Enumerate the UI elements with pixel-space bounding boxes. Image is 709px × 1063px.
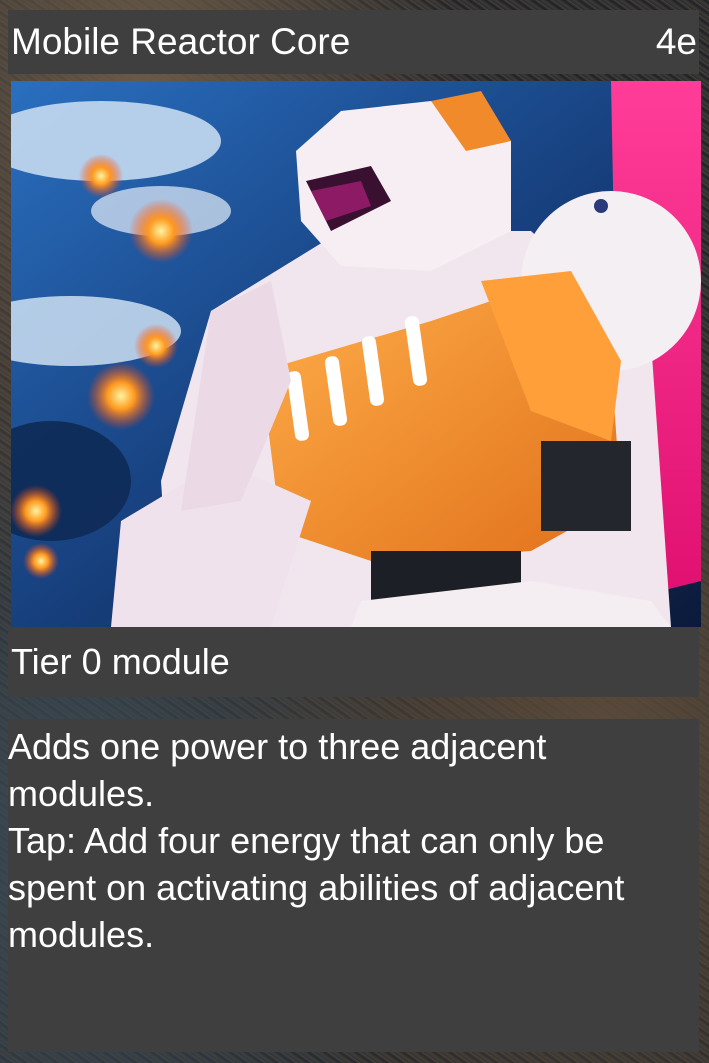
card-rules-text: Adds one power to three adjacent modules… xyxy=(8,719,699,1052)
card-title-bar: Mobile Reactor Core 4e xyxy=(8,10,699,74)
card-cost: 4e xyxy=(655,21,697,62)
mech-illustration xyxy=(11,81,701,627)
rules-line-tap-ability: Tap: Add four energy that can only be sp… xyxy=(8,820,625,955)
card-name: Mobile Reactor Core xyxy=(11,21,351,62)
card-art xyxy=(11,81,701,627)
card-type-line: Tier 0 module xyxy=(8,627,699,697)
type-line-text: Tier 0 module xyxy=(11,641,230,682)
game-card[interactable]: Mobile Reactor Core 4e Tier 0 module Add… xyxy=(0,0,709,1063)
rules-line-passive: Adds one power to three adjacent modules… xyxy=(8,726,547,814)
